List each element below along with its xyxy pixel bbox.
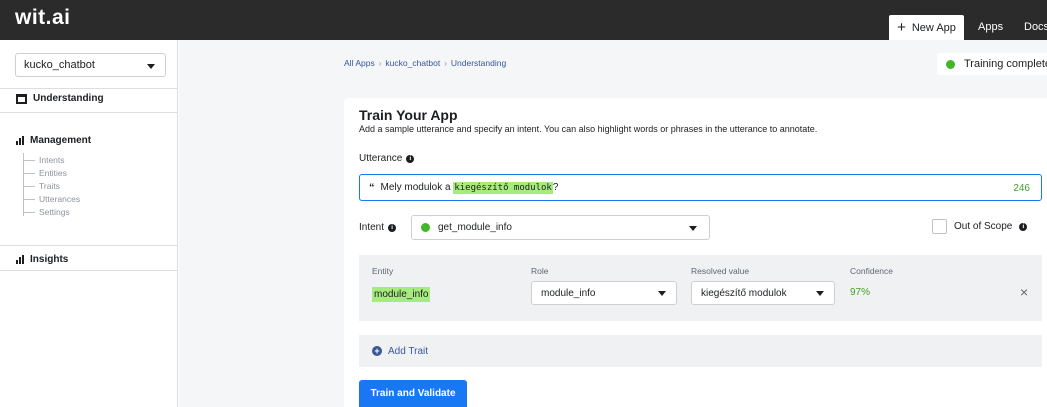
sidebar-item-intents[interactable]: Intents bbox=[23, 154, 93, 166]
status-dot-icon bbox=[946, 59, 955, 69]
utterance-text-after: ? bbox=[552, 182, 559, 193]
breadcrumb-all-apps[interactable]: All Apps bbox=[344, 58, 375, 68]
utterance-highlight[interactable]: kiegészítő modulok bbox=[453, 181, 553, 194]
sidebar-item-settings[interactable]: Settings bbox=[23, 206, 93, 218]
chevron-right-icon: › bbox=[444, 58, 447, 68]
entity-panel: Entity Role Resolved value Confidence mo… bbox=[359, 255, 1042, 321]
sidebar-item-traits[interactable]: Traits bbox=[23, 180, 93, 192]
out-of-scope-toggle[interactable]: Out of Scope i bbox=[932, 219, 1028, 234]
confidence-value: 97% bbox=[850, 287, 871, 298]
utterance-input[interactable]: “ Mely modulok a kiegészítő modulok? 246 bbox=[359, 174, 1042, 201]
train-card: Train Your App Add a sample utterance an… bbox=[344, 98, 1047, 407]
sidebar-item-label: Management bbox=[30, 135, 92, 146]
info-icon[interactable]: i bbox=[1019, 222, 1028, 231]
entity-header: Entity bbox=[372, 266, 394, 276]
plus-icon: + bbox=[897, 19, 906, 36]
quote-icon: “ bbox=[369, 181, 375, 194]
intent-value: get_module_info bbox=[438, 222, 512, 233]
sidebar: kucko_chatbot Understanding Management I… bbox=[0, 40, 178, 407]
wit-logo[interactable]: wit.ai bbox=[15, 6, 71, 30]
docs-link[interactable]: Docs bbox=[1024, 21, 1047, 33]
intent-dot-icon bbox=[421, 223, 430, 232]
top-bar: wit.ai + New App Apps Docs bbox=[0, 0, 1047, 40]
intent-label-text: Intent bbox=[359, 222, 385, 233]
caret-down-icon bbox=[658, 291, 666, 296]
status-text: Training complete bbox=[964, 58, 1047, 70]
intent-label: Intent i bbox=[359, 222, 397, 233]
info-icon[interactable]: i bbox=[406, 154, 415, 163]
training-status: Training complete bbox=[937, 53, 1047, 75]
confidence-header: Confidence bbox=[850, 266, 894, 276]
breadcrumb-app[interactable]: kucko_chatbot bbox=[385, 58, 440, 68]
sidebar-item-label: Understanding bbox=[33, 93, 104, 104]
role-header: Role bbox=[531, 266, 549, 276]
resolved-value: kiegészítő modulok bbox=[701, 287, 787, 299]
caret-down-icon bbox=[147, 64, 155, 69]
breadcrumb: All Apps › kucko_chatbot › Understanding bbox=[344, 58, 506, 68]
book-icon bbox=[16, 93, 27, 104]
caret-down-icon bbox=[689, 226, 697, 231]
role-select[interactable]: module_info bbox=[531, 281, 677, 305]
utterance-label: Utterance i bbox=[359, 153, 415, 164]
new-app-button[interactable]: + New App bbox=[889, 15, 964, 40]
utterance-text-before: Mely modulok a bbox=[380, 182, 451, 193]
intent-select[interactable]: get_module_info bbox=[411, 215, 710, 240]
role-value: module_info bbox=[541, 287, 596, 299]
info-icon[interactable]: i bbox=[388, 223, 397, 232]
bar-chart-icon bbox=[16, 136, 24, 145]
sidebar-item-understanding[interactable]: Understanding bbox=[16, 93, 104, 104]
resolved-header: Resolved value bbox=[691, 266, 750, 276]
sidebar-divider bbox=[0, 112, 178, 113]
sidebar-divider bbox=[0, 245, 178, 246]
sidebar-item-utterances[interactable]: Utterances bbox=[23, 193, 93, 205]
out-of-scope-checkbox[interactable] bbox=[932, 219, 947, 234]
entity-name[interactable]: module_info bbox=[372, 287, 431, 302]
breadcrumb-current[interactable]: Understanding bbox=[451, 58, 506, 68]
resolved-value-select[interactable]: kiegészítő modulok bbox=[691, 281, 835, 305]
sidebar-item-insights[interactable]: Insights bbox=[16, 254, 68, 265]
apps-link[interactable]: Apps bbox=[978, 21, 1003, 33]
app-selector-value: kucko_chatbot bbox=[24, 59, 95, 71]
chevron-right-icon: › bbox=[378, 58, 382, 68]
sidebar-divider bbox=[0, 270, 178, 271]
add-trait-button[interactable]: + Add Trait bbox=[359, 335, 1042, 367]
utterance-label-text: Utterance bbox=[359, 153, 403, 164]
page-title: Train Your App bbox=[359, 107, 458, 123]
caret-down-icon bbox=[816, 291, 824, 296]
out-of-scope-label: Out of Scope bbox=[954, 221, 1013, 232]
main-content: All Apps › kucko_chatbot › Understanding… bbox=[179, 40, 1047, 407]
character-count: 246 bbox=[1013, 183, 1030, 194]
new-app-label: New App bbox=[911, 21, 956, 34]
sidebar-item-label: Insights bbox=[30, 254, 69, 265]
add-trait-label: Add Trait bbox=[388, 345, 429, 357]
plus-circle-icon: + bbox=[372, 346, 382, 356]
close-icon[interactable]: × bbox=[1020, 284, 1028, 300]
sidebar-item-entities[interactable]: Entities bbox=[23, 167, 93, 179]
sidebar-divider bbox=[0, 88, 178, 89]
app-selector[interactable]: kucko_chatbot bbox=[15, 53, 166, 77]
bar-chart-icon bbox=[16, 255, 24, 264]
page-subtitle: Add a sample utterance and specify an in… bbox=[359, 124, 818, 134]
train-and-validate-button[interactable]: Train and Validate bbox=[359, 380, 467, 407]
sidebar-item-management[interactable]: Management bbox=[16, 135, 91, 146]
